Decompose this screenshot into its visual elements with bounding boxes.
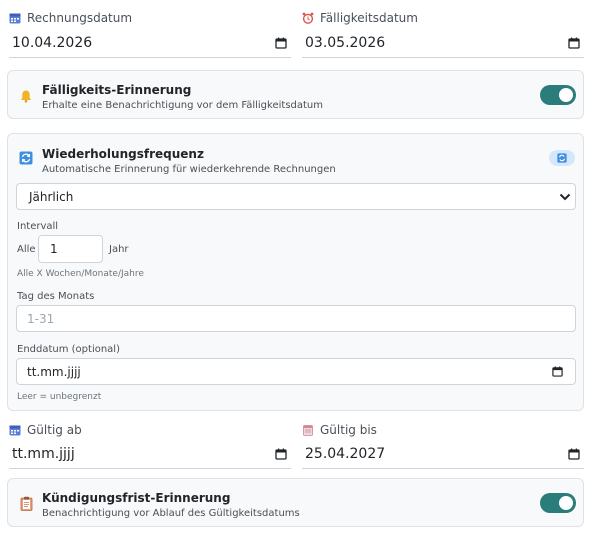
due-date-label: Fälligkeitsdatum bbox=[302, 11, 418, 25]
interval-unit: Jahr bbox=[109, 244, 129, 255]
recurrence-badge bbox=[549, 150, 575, 166]
interval-prefix: Alle bbox=[17, 244, 36, 255]
valid-from-value: tt.mm.jjjj bbox=[12, 445, 75, 462]
end-date-input[interactable]: tt.mm.jjjj bbox=[16, 358, 576, 385]
recurrence-title: Wiederholungsfrequenz bbox=[42, 147, 204, 161]
valid-from-label: Gültig ab bbox=[9, 423, 82, 437]
due-reminder-toggle[interactable] bbox=[540, 85, 576, 105]
cancellation-reminder-card: Kündigungsfrist-Erinnerung Benachrichtig… bbox=[7, 478, 584, 527]
interval-hint: Alle X Wochen/Monate/Jahre bbox=[17, 269, 144, 279]
valid-until-label-text: Gültig bis bbox=[320, 423, 377, 437]
calendar-icon bbox=[9, 13, 21, 24]
interval-value: 1 bbox=[50, 242, 58, 256]
valid-until-input[interactable]: 25.04.2027 bbox=[302, 439, 584, 469]
due-reminder-subtitle: Erhalte eine Benachrichtigung vor dem Fä… bbox=[42, 100, 324, 111]
invoice-date-label-text: Rechnungsdatum bbox=[27, 11, 133, 25]
calendar-icon bbox=[9, 425, 21, 436]
cancellation-reminder-toggle[interactable] bbox=[540, 493, 576, 513]
invoice-date-input[interactable]: 10.04.2026 bbox=[9, 28, 291, 58]
valid-until-value: 25.04.2027 bbox=[305, 445, 386, 462]
end-date-hint: Leer = unbegrenzt bbox=[17, 392, 102, 402]
due-date-value: 03.05.2026 bbox=[305, 34, 386, 51]
chevron-down-icon bbox=[559, 193, 571, 200]
due-date-input[interactable]: 03.05.2026 bbox=[302, 28, 584, 58]
due-date-label-text: Fälligkeitsdatum bbox=[320, 11, 418, 25]
due-reminder-title: Fälligkeits-Erinnerung bbox=[42, 83, 192, 97]
valid-from-input[interactable]: tt.mm.jjjj bbox=[9, 439, 291, 469]
repeat-icon bbox=[557, 153, 567, 163]
recurrence-card: Wiederholungsfrequenz Automatische Erinn… bbox=[7, 133, 584, 411]
valid-until-label: Gültig bis bbox=[302, 423, 377, 437]
recurrence-subtitle: Automatische Erinnerung für wiederkehren… bbox=[42, 164, 336, 175]
due-reminder-card: Fälligkeits-Erinnerung Erhalte eine Bena… bbox=[7, 70, 584, 119]
frequency-select-value: Jährlich bbox=[29, 189, 74, 204]
calendar-picker-icon[interactable] bbox=[275, 37, 287, 49]
frequency-select[interactable]: Jährlich bbox=[16, 183, 576, 210]
alarm-clock-icon bbox=[302, 12, 314, 24]
day-of-month-label: Tag des Monats bbox=[17, 291, 95, 302]
calendar-picker-icon[interactable] bbox=[275, 448, 287, 460]
interval-label: Intervall bbox=[17, 221, 59, 232]
end-date-value: tt.mm.jjjj bbox=[27, 364, 81, 379]
cancellation-reminder-subtitle: Benachrichtigung vor Ablauf des Gültigke… bbox=[42, 508, 300, 519]
repeat-icon bbox=[19, 151, 33, 165]
end-date-label: Enddatum (optional) bbox=[17, 344, 120, 355]
clipboard-icon bbox=[20, 496, 33, 511]
calendar-picker-icon[interactable] bbox=[552, 366, 563, 377]
day-of-month-input[interactable]: 1-31 bbox=[16, 305, 576, 332]
calendar-tear-off-icon bbox=[303, 425, 313, 436]
interval-input[interactable]: 1 bbox=[38, 235, 103, 263]
invoice-date-value: 10.04.2026 bbox=[12, 34, 93, 51]
cancellation-reminder-title: Kündigungsfrist-Erinnerung bbox=[42, 491, 231, 505]
calendar-picker-icon[interactable] bbox=[568, 37, 580, 49]
day-of-month-placeholder: 1-31 bbox=[27, 311, 55, 326]
valid-from-label-text: Gültig ab bbox=[27, 423, 82, 437]
invoice-date-label: Rechnungsdatum bbox=[9, 11, 132, 25]
bell-icon bbox=[20, 90, 32, 103]
toggle-knob bbox=[559, 88, 573, 102]
toggle-knob bbox=[559, 496, 573, 510]
calendar-picker-icon[interactable] bbox=[568, 448, 580, 460]
